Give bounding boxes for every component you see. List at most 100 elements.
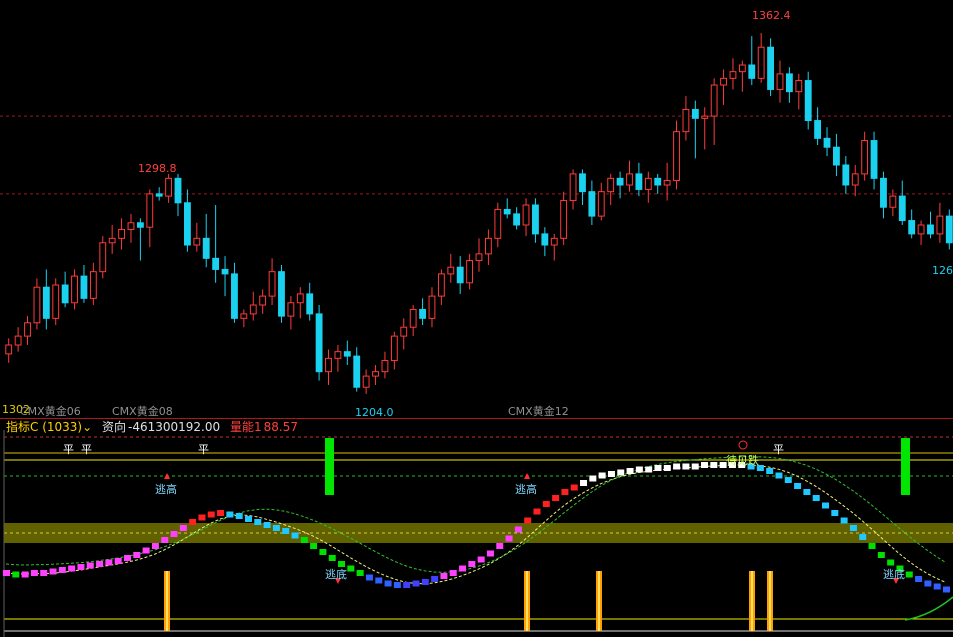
candle-body [597,191,605,217]
candle-body [560,200,568,239]
candle-body [738,64,746,73]
indicator-step [170,531,178,537]
candle-body [447,266,455,275]
candle-body [14,335,22,346]
indicator-step [3,570,10,576]
indicator-name[interactable]: 指标C (1033) [6,420,82,434]
candle-body [720,77,727,86]
candle-body [785,73,793,93]
indicator-step [580,480,588,486]
indicator-step [459,565,467,572]
candle-body [372,371,379,377]
indicator-step [514,526,522,533]
candle-body [5,344,13,355]
candle-body [42,286,50,319]
contract-label-3: CMX黄金12 [508,405,569,418]
indicator-step [822,502,830,509]
candle-body [296,293,304,304]
indicator-step [86,562,94,569]
orange-signal-highlight [769,571,771,631]
candle-body [795,80,803,93]
chart-canvas [0,33,953,637]
indicator-step [468,561,476,567]
candle-body [325,357,332,373]
indicator-step [40,570,48,576]
candle-body [833,146,840,166]
candle-body [503,208,511,215]
candle-body [80,275,88,299]
indicator-step [440,573,448,579]
candle-body [202,237,210,259]
indicator-step [617,469,625,476]
candle-body [381,360,389,373]
candle-body [240,313,248,319]
orange-signal-highlight [598,571,600,631]
indicator-step [552,495,560,501]
candle-body [710,84,718,117]
candle-body [748,64,756,79]
field2-value: 88.57 [263,420,298,434]
indicator-step [244,516,252,522]
candle-body [362,375,370,388]
indicator-step [254,519,262,525]
indicator-step [887,559,895,566]
indicator-step [133,552,141,558]
indicator-step [310,543,318,549]
indicator-info-bar: 指标C (1033)⌄ 资向 -461300192.00 量能1 88.57 [6,420,304,434]
chevron-down-icon[interactable]: ⌄ [82,420,92,434]
indicator-step [114,558,122,564]
candle-body [108,237,116,244]
candle-body [193,237,201,246]
candle-body [268,271,276,297]
indicator-step [105,559,113,566]
candle-body [287,302,295,317]
indicator-step [635,466,643,473]
candle-body [174,177,182,204]
candle-body [729,71,737,79]
field1-value: -461300192.00 [128,420,221,434]
candle-body [390,335,398,362]
peak-marker [524,473,530,479]
indicator-step [375,577,383,584]
candle-body [607,177,615,193]
candle-body [165,177,173,197]
candle-body [927,224,934,235]
candle-body [306,293,314,315]
indicator-step [905,571,913,578]
indicator-step [384,580,392,587]
indicator-step [263,522,271,528]
indicator-step [570,484,578,491]
indicator-step [542,501,550,507]
indicator-step [868,543,876,549]
circle-marker [738,440,748,450]
flat-label-4: 平 [773,443,784,456]
flat-label-3: 平 [198,443,209,456]
indicator-step [68,565,76,572]
indicator-step [151,543,159,549]
candle-body [701,115,709,119]
indicator-step [598,472,606,479]
candle-body [466,260,474,284]
indicator-step [775,472,783,479]
indicator-step [123,555,131,561]
candle-body [494,208,502,239]
candle-body [155,193,163,197]
indicator-step [291,532,299,539]
indicator-step [859,534,867,540]
indicator-step [831,510,839,516]
indicator-step [282,528,290,534]
candle-body [136,222,144,228]
indicator-step [812,495,820,501]
flat-label-1: 平 [63,443,74,456]
indicator-step [449,570,457,576]
orange-signal-highlight [751,571,753,631]
escape-high-label-2: 逃高 [515,483,537,496]
candle-body [663,180,671,186]
indicator-step [338,561,346,567]
candle-body [635,173,643,190]
candle-body [118,228,125,239]
candle-body [644,177,652,190]
contract-label-2: CMX黄金08 [112,405,173,418]
chart-root: { "colors":{"up":"#ff3b3b","down":"#1ad2… [0,0,953,637]
candle-body [682,108,690,133]
